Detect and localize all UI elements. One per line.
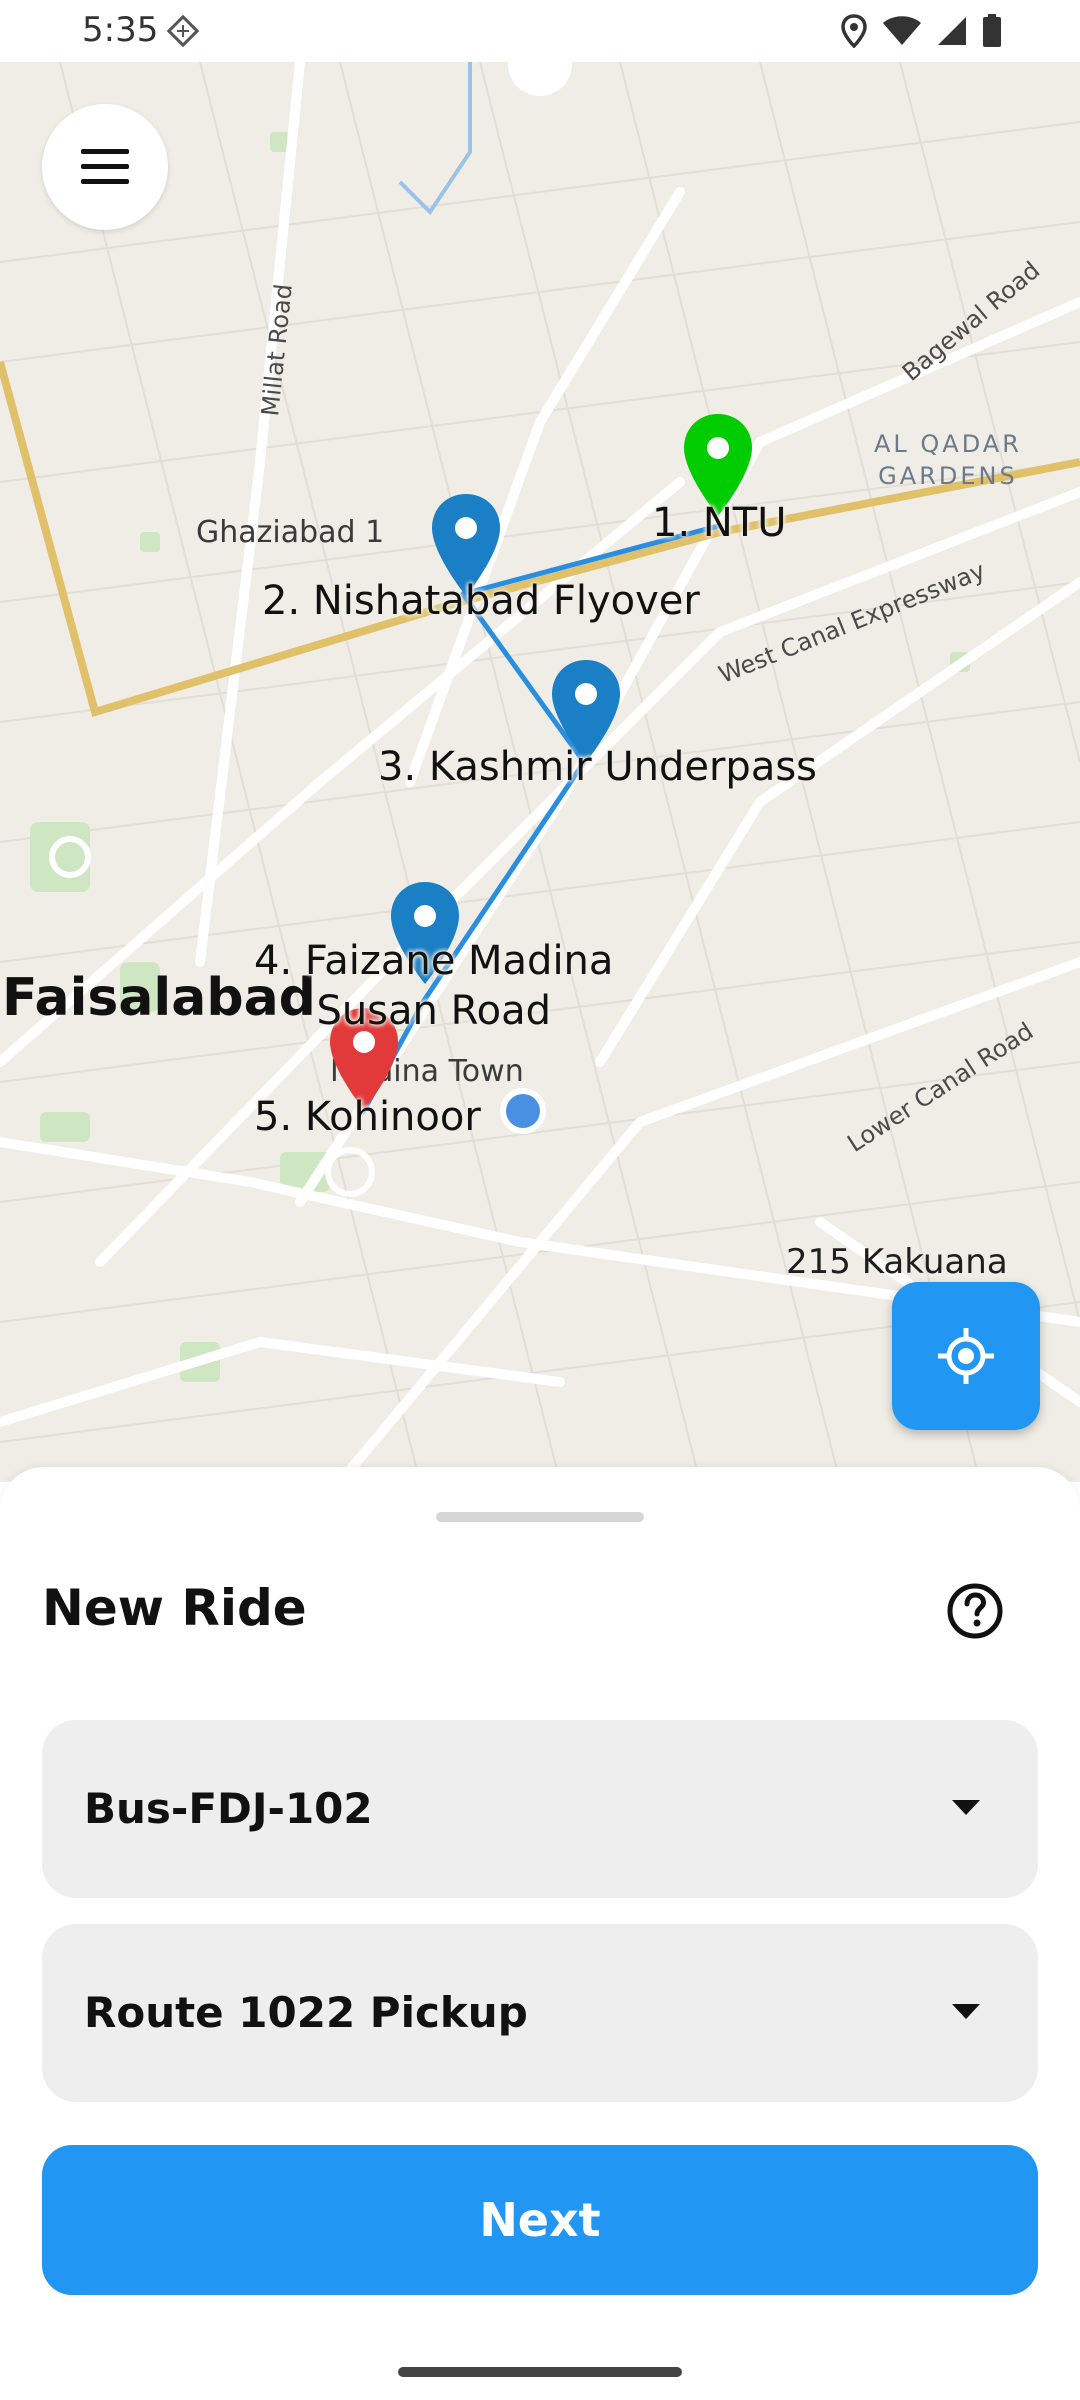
stop-label-5: 5. Kohinoor [254, 1094, 481, 1140]
new-ride-sheet: New Ride Bus-FDJ-102 Route 1022 Pickup N… [0, 1467, 1080, 2400]
signal-icon [938, 17, 966, 45]
status-time: 5:35 [82, 10, 159, 50]
current-location-dot [500, 1088, 546, 1134]
sheet-drag-handle[interactable] [436, 1512, 644, 1522]
place-label-ghaziabad: Ghaziabad 1 [196, 515, 385, 550]
place-label-kakuana: 215 Kakuana [786, 1242, 1008, 1282]
status-bar: 5:35 [0, 0, 1080, 62]
question-circle-icon[interactable] [946, 1582, 1004, 1640]
map-view[interactable]: Ghaziabad 1 215 Kakuana AL QADAR GARDENS… [0, 62, 1080, 1482]
hamburger-menu-icon [81, 149, 129, 184]
sheet-title: New Ride [42, 1579, 307, 1637]
route-select[interactable]: Route 1022 Pickup [42, 1924, 1038, 2102]
vehicle-select[interactable]: Bus-FDJ-102 [42, 1720, 1038, 1898]
battery-icon [983, 14, 1001, 47]
dropdown-arrow-icon [952, 1800, 980, 1815]
stop-label-3: 3. Kashmir Underpass [378, 744, 818, 790]
stop-label-4: 4. Faizane Madina Susan Road [254, 938, 614, 1034]
locate-me-button[interactable] [892, 1282, 1040, 1430]
gps-target-icon [938, 1328, 994, 1384]
wifi-icon [883, 16, 921, 45]
vehicle-select-value: Bus-FDJ-102 [84, 1784, 373, 1833]
next-button[interactable]: Next [42, 2145, 1038, 2295]
stop-label-1: 1. NTU [652, 500, 787, 546]
diamond-assistant-icon [166, 14, 200, 48]
stop-label-2: 2. Nishatabad Flyover [262, 578, 700, 624]
menu-button[interactable] [42, 104, 168, 230]
status-icons [840, 12, 1002, 50]
place-label-al-qadar: AL QADAR GARDENS [874, 430, 1022, 490]
route-select-value: Route 1022 Pickup [84, 1988, 528, 2037]
dropdown-arrow-icon [952, 2004, 980, 2019]
location-icon [841, 14, 867, 48]
home-indicator[interactable] [398, 2367, 682, 2377]
